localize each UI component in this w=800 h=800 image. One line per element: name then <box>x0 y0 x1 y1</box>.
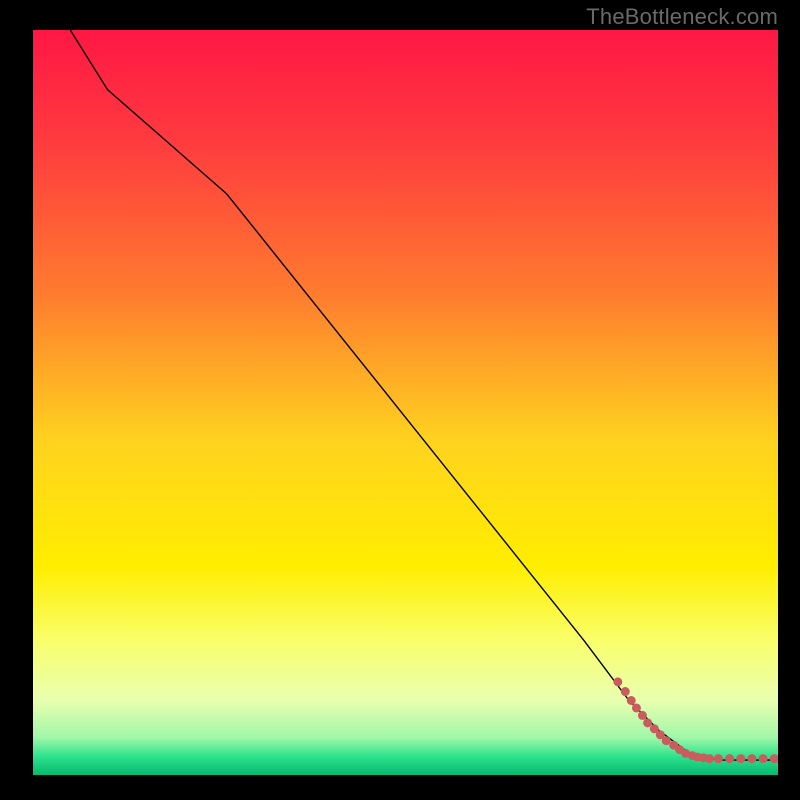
chart-plot-area <box>33 30 778 775</box>
marker-point <box>643 718 652 727</box>
marker-point <box>638 711 647 720</box>
chart-background <box>33 30 778 775</box>
marker-point <box>621 687 630 696</box>
chart-frame: TheBottleneck.com <box>0 0 800 800</box>
marker-point <box>736 754 745 763</box>
marker-point <box>759 754 768 763</box>
marker-point <box>705 754 714 763</box>
marker-point <box>613 677 622 686</box>
marker-point <box>747 754 756 763</box>
chart-svg <box>33 30 778 775</box>
watermark-text: TheBottleneck.com <box>586 4 778 30</box>
marker-point <box>632 703 641 712</box>
marker-point <box>725 754 734 763</box>
marker-point <box>627 696 636 705</box>
marker-point <box>714 754 723 763</box>
